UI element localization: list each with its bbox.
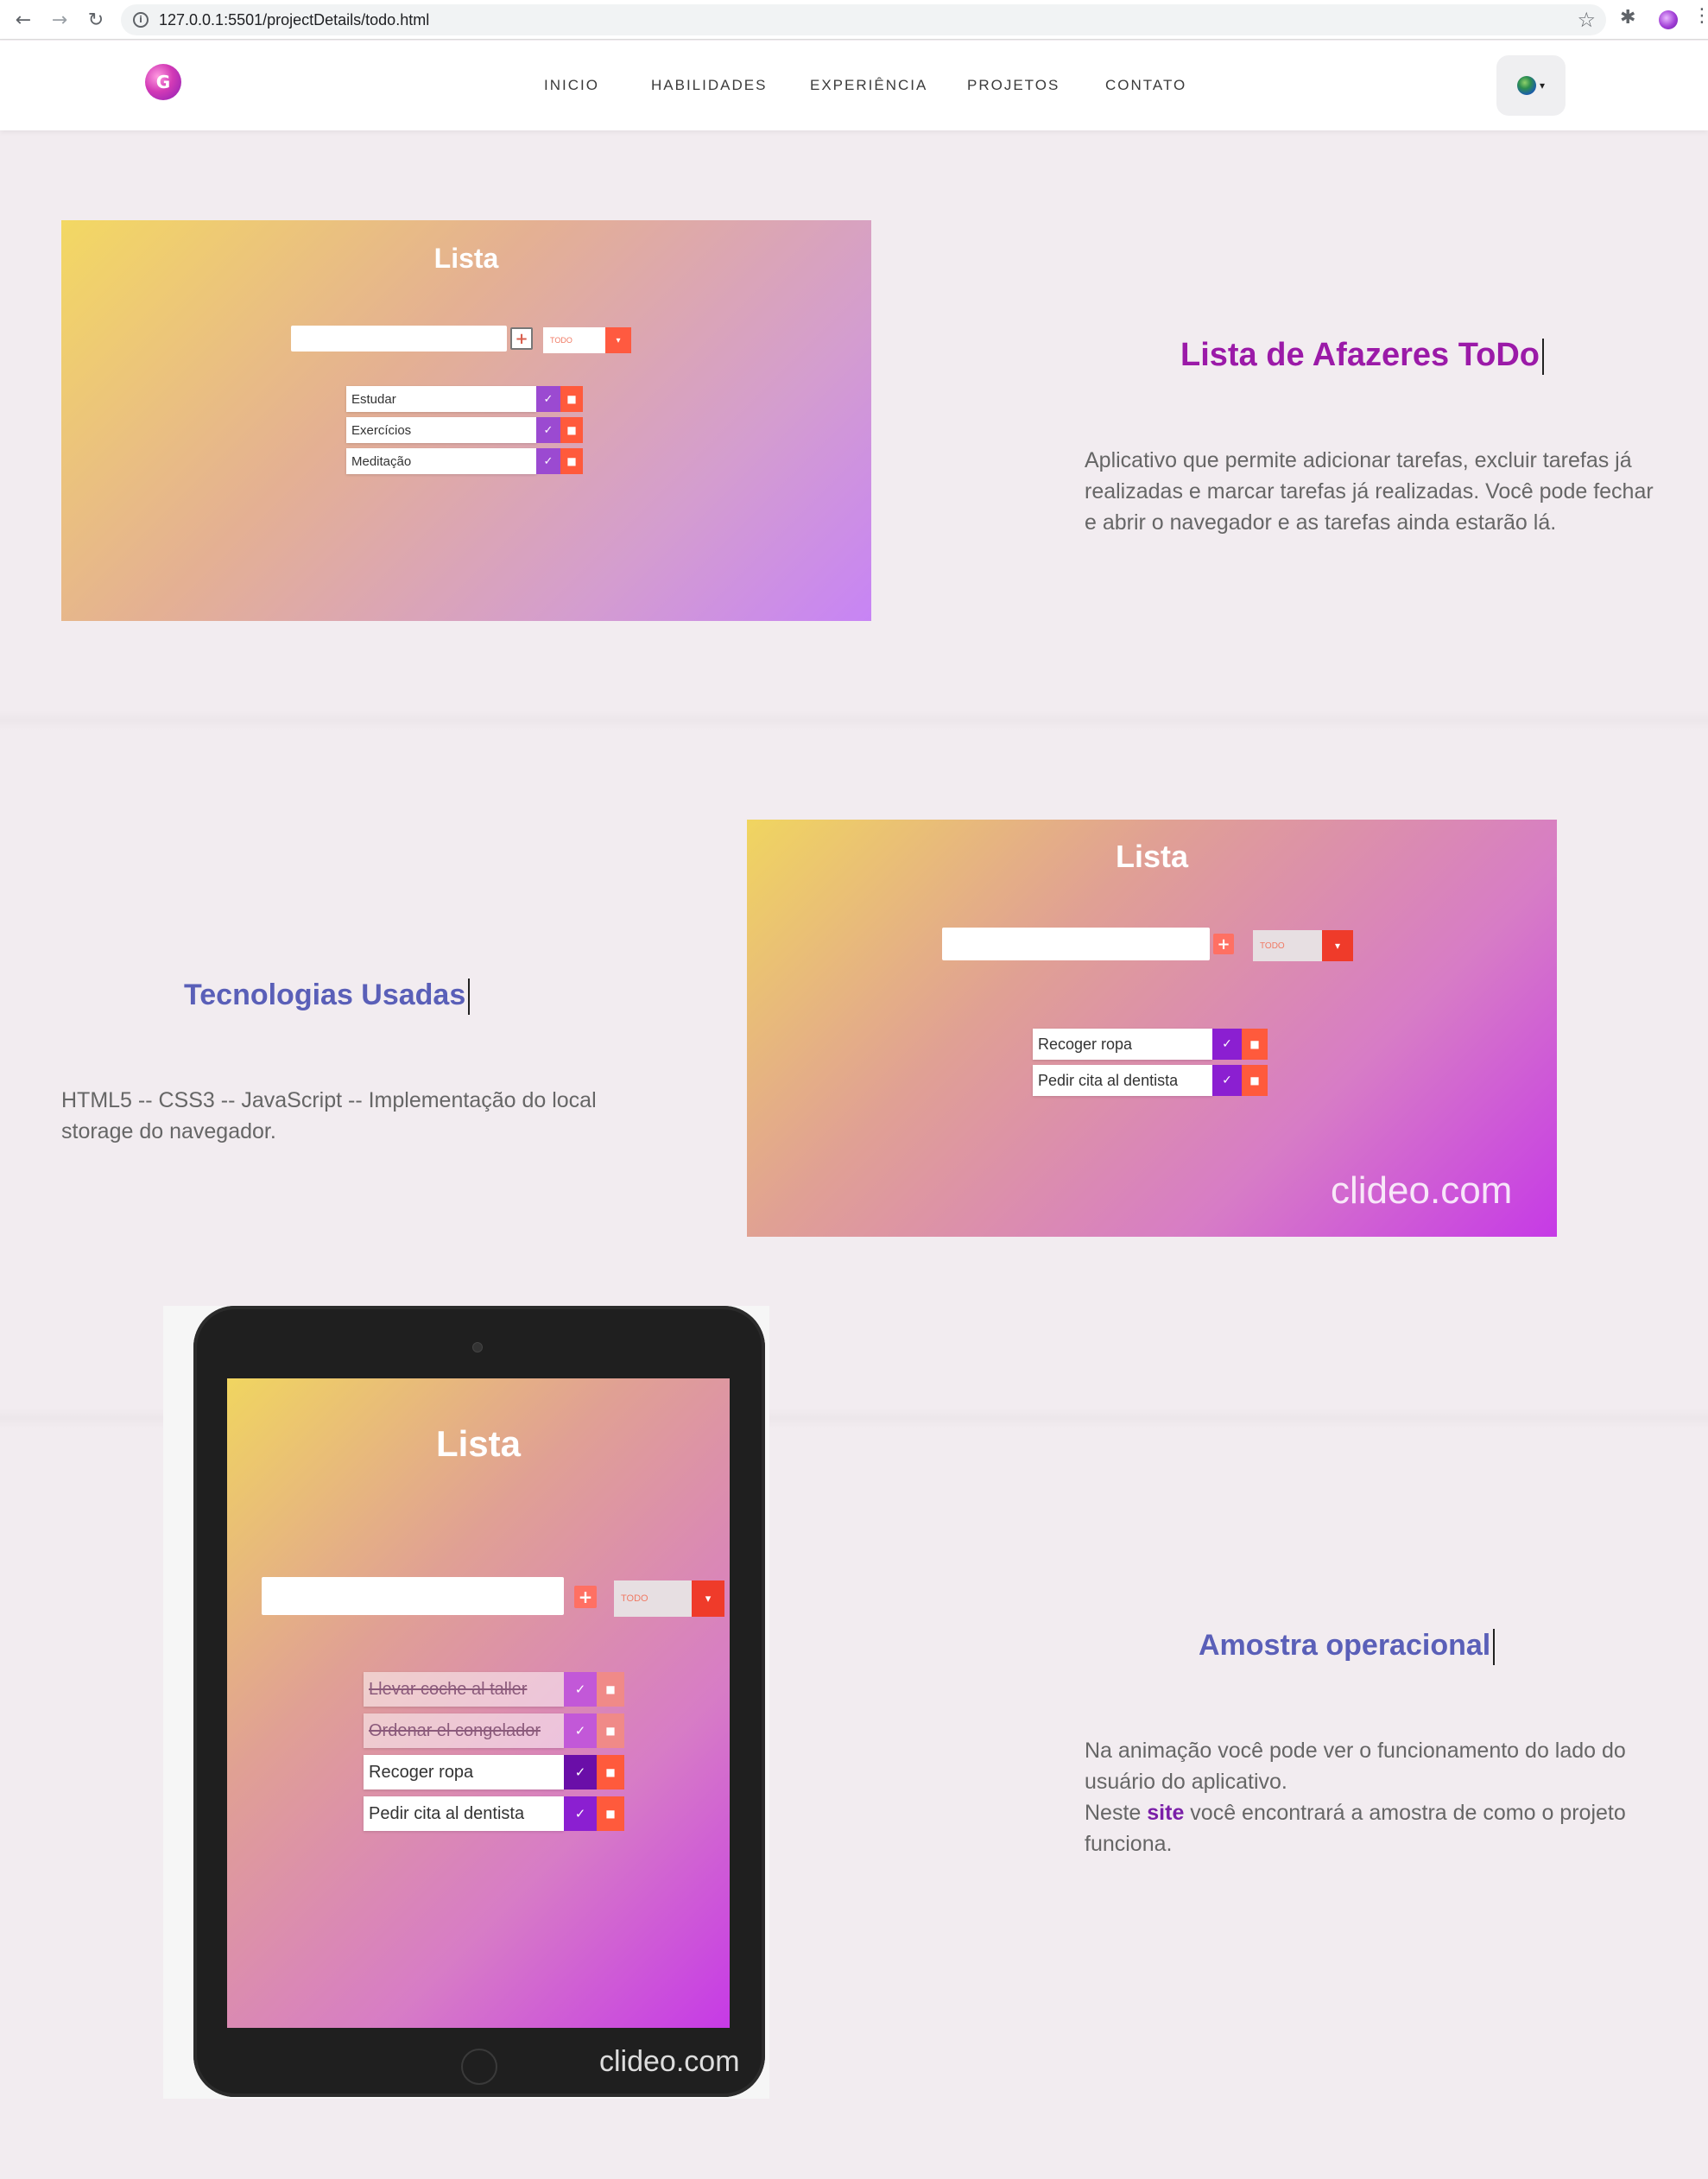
- trash-icon: ■: [597, 1755, 624, 1789]
- trash-icon: ■: [560, 448, 583, 474]
- trash-icon: ■: [560, 386, 583, 412]
- plus-icon: +: [1213, 934, 1234, 954]
- section-title-text: Tecnologias Usadas: [184, 979, 466, 1011]
- trash-icon: ■: [597, 1672, 624, 1707]
- watermark: clideo.com: [599, 2045, 740, 2078]
- site-info-icon[interactable]: i: [133, 12, 149, 28]
- text-cursor: [1493, 1629, 1496, 1666]
- todo-screenshot-2: Lista + TODO ▾ Recoger ropa ✓ ■ Pedir ci…: [747, 820, 1557, 1237]
- description-text: Neste: [1085, 1801, 1148, 1825]
- url-text: 127.0.0.1:5501/projectDetails/todo.html: [159, 10, 430, 29]
- plus-icon: +: [574, 1586, 597, 1608]
- section-description-amostra: Na animação você pode ver o funcionament…: [1085, 1735, 1654, 1859]
- tablet-mockup: Lista + TODO ▾ Llevar coche al taller ✓ …: [193, 1306, 765, 2097]
- back-arrow-icon[interactable]: ←: [10, 7, 36, 33]
- check-icon: ✓: [564, 1672, 597, 1707]
- section-title-amostra: Amostra operacional: [1199, 1629, 1496, 1666]
- text-cursor: [1541, 338, 1544, 375]
- bookmark-star-icon[interactable]: ☆: [1577, 8, 1596, 32]
- forward-arrow-icon[interactable]: →: [47, 7, 73, 33]
- mockup-task: Estudar: [346, 386, 536, 412]
- logo-letter: G: [155, 72, 171, 92]
- mockup-heading: Lista: [433, 243, 499, 274]
- extensions-puzzle-icon[interactable]: ✱: [1620, 7, 1635, 29]
- trash-icon: ■: [597, 1713, 624, 1748]
- section-divider: [0, 710, 1708, 731]
- profile-avatar-icon[interactable]: [1659, 10, 1678, 29]
- mockup-task-done: Ordenar el congelador: [364, 1713, 564, 1748]
- nav-experiencia[interactable]: EXPERIÊNCIA: [810, 77, 927, 94]
- language-selector[interactable]: ▾: [1496, 55, 1566, 116]
- browser-toolbar: ← → ↻ i 127.0.0.1:5501/projectDetails/to…: [0, 0, 1708, 40]
- section-description-tecnologias: HTML5 -- CSS3 -- JavaScript -- Implement…: [61, 1088, 597, 1143]
- trash-icon: ■: [597, 1796, 624, 1831]
- tablet-home-button: [461, 2049, 497, 2085]
- check-icon: ✓: [536, 386, 560, 412]
- mockup-filter-select: TODO: [1253, 930, 1322, 961]
- address-bar[interactable]: i 127.0.0.1:5501/projectDetails/todo.htm…: [121, 4, 1606, 35]
- mockup-task-input: [262, 1577, 564, 1615]
- section-title-tecnologias: Tecnologias Usadas: [184, 979, 471, 1016]
- section-title-text: Amostra operacional: [1199, 1629, 1491, 1662]
- trash-icon: ■: [1242, 1029, 1268, 1060]
- mockup-task: Meditação: [346, 448, 536, 474]
- check-icon: ✓: [564, 1713, 597, 1748]
- site-logo[interactable]: G: [145, 64, 181, 100]
- mockup-task: Pedir cita al dentista: [364, 1796, 564, 1831]
- check-icon: ✓: [564, 1796, 597, 1831]
- mockup-task-input: [942, 928, 1210, 960]
- check-icon: ✓: [536, 417, 560, 443]
- description-text: Na animação você pode ver o funcionament…: [1085, 1739, 1626, 1794]
- site-header: G INICIO HABILIDADES EXPERIÊNCIA PROJETO…: [0, 41, 1708, 130]
- check-icon: ✓: [564, 1755, 597, 1789]
- section-description-todo: Aplicativo que permite adicionar tarefas…: [1085, 448, 1654, 535]
- mockup-task: Pedir cita al dentista: [1033, 1065, 1212, 1096]
- site-link[interactable]: site: [1147, 1801, 1184, 1825]
- nav-projetos[interactable]: PROJETOS: [967, 77, 1060, 94]
- reload-icon[interactable]: ↻: [83, 7, 109, 33]
- nav-contato[interactable]: CONTATO: [1105, 77, 1186, 94]
- mockup-task-done: Llevar coche al taller: [364, 1672, 564, 1707]
- mockup-filter-select: TODO: [614, 1580, 692, 1617]
- chevron-down-icon: ▾: [692, 1580, 724, 1617]
- mockup-task: Recoger ropa: [364, 1755, 564, 1789]
- todo-screenshot-3: Lista + TODO ▾ Llevar coche al taller ✓ …: [227, 1378, 730, 2028]
- trash-icon: ■: [1242, 1065, 1268, 1096]
- chevron-down-icon: ▾: [1539, 79, 1546, 92]
- chevron-down-icon: ▾: [1322, 930, 1353, 961]
- globe-icon: [1516, 76, 1536, 95]
- text-cursor: [468, 979, 471, 1016]
- section-title-todo: Lista de Afazeres ToDo: [1180, 337, 1544, 375]
- nav-inicio[interactable]: INICIO: [544, 77, 599, 94]
- browser-menu-icon[interactable]: ⋮: [1692, 7, 1708, 26]
- mockup-filter-select: TODO: [543, 327, 605, 353]
- watermark: clideo.com: [1331, 1169, 1513, 1212]
- mockup-heading: Lista: [1115, 839, 1189, 874]
- tablet-camera: [472, 1342, 483, 1352]
- mockup-task-input: [291, 326, 507, 352]
- section-title-text: Lista de Afazeres ToDo: [1180, 337, 1540, 373]
- check-icon: ✓: [536, 448, 560, 474]
- check-icon: ✓: [1212, 1065, 1242, 1096]
- plus-icon: +: [510, 327, 533, 350]
- mockup-heading: Lista: [435, 1423, 522, 1464]
- nav-habilidades[interactable]: HABILIDADES: [651, 77, 767, 94]
- check-icon: ✓: [1212, 1029, 1242, 1060]
- chevron-down-icon: ▾: [605, 327, 631, 353]
- trash-icon: ■: [560, 417, 583, 443]
- mockup-task: Exercícios: [346, 417, 536, 443]
- mockup-task: Recoger ropa: [1033, 1029, 1212, 1060]
- todo-screenshot-1: Lista + TODO ▾ Estudar ✓ ■ Exercícios ✓ …: [61, 220, 871, 621]
